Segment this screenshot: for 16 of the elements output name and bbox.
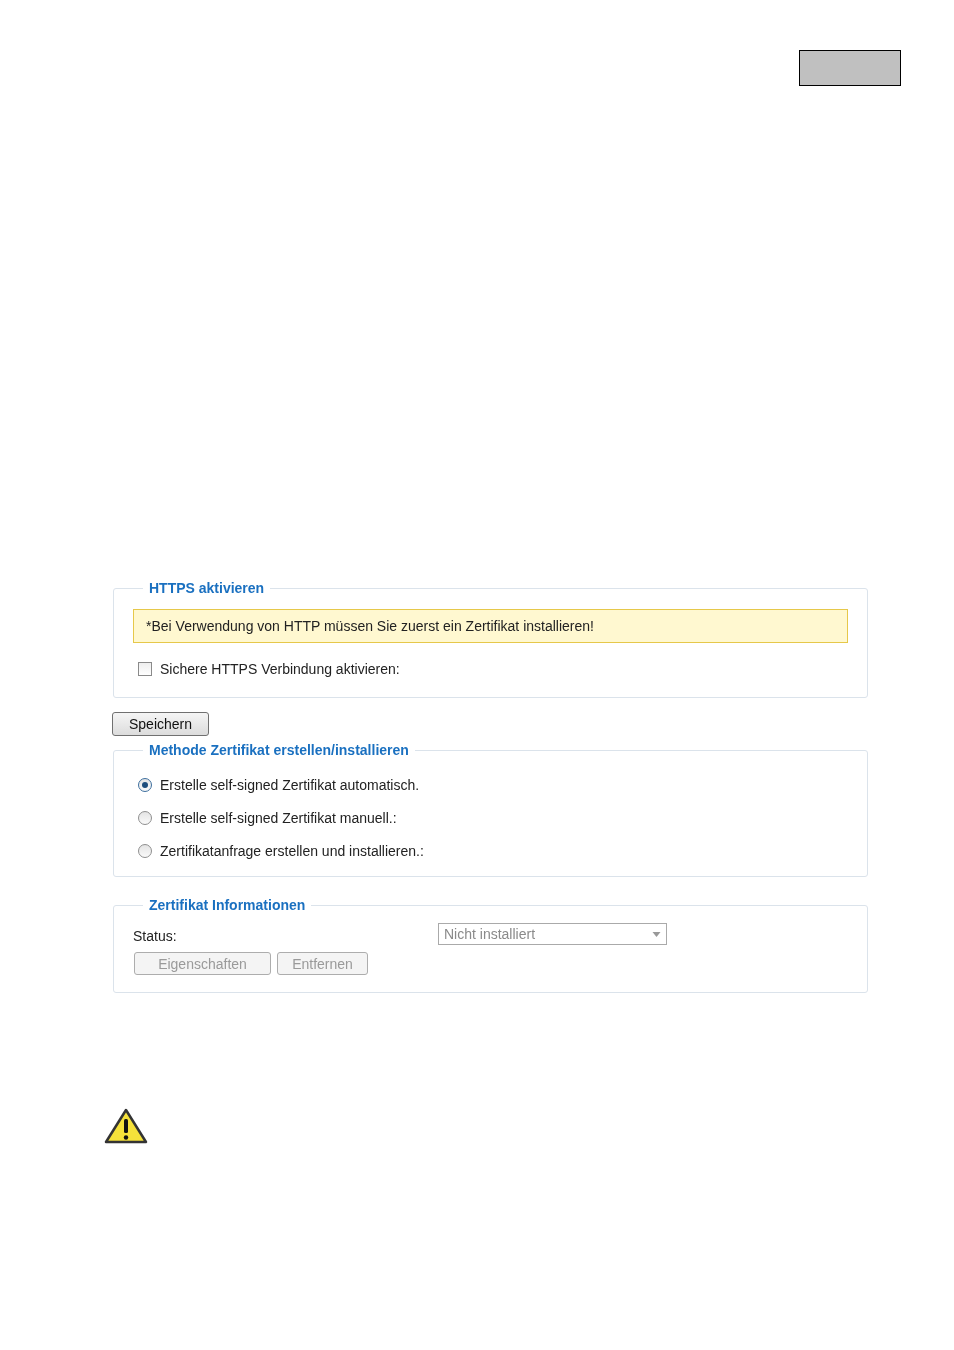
radio-button[interactable]	[138, 810, 152, 825]
radio-label: Zertifikatanfrage erstellen und installieren.:	[160, 842, 424, 859]
warning-notice: *Bei Verwendung von HTTP müssen Sie zuerst ein Zertifikat installieren!	[133, 609, 848, 643]
panel-legend: HTTPS aktivieren	[143, 580, 271, 596]
warning-icon	[104, 1108, 148, 1144]
radio-label: Erstelle self-signed Zertifikat manuell.:	[160, 809, 397, 826]
save-button[interactable]: Speichern	[112, 712, 209, 736]
radio-button[interactable]	[138, 843, 152, 858]
panel-legend: Methode Zertifikat erstellen/installieren	[143, 742, 415, 758]
panel-legend: Zertifikat Informationen	[143, 897, 312, 913]
radio-button[interactable]	[138, 777, 152, 792]
status-label: Status:	[133, 927, 178, 944]
checkbox-label: Sichere HTTPS Verbindung aktivieren:	[160, 661, 400, 677]
caret-icon	[652, 931, 661, 937]
radio-label: Erstelle self-signed Zertifikat automatisch.	[160, 776, 420, 793]
checkbox[interactable]	[138, 662, 152, 676]
